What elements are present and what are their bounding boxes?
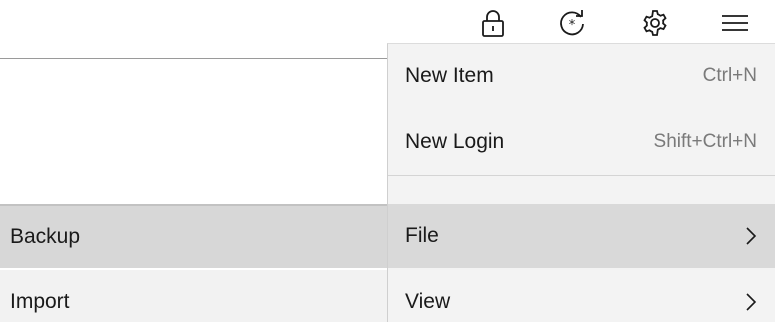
- background-list: Backup Import: [0, 204, 388, 322]
- chevron-right-icon: [745, 292, 757, 312]
- settings-button[interactable]: [640, 8, 670, 38]
- menu-item-label: File: [405, 224, 439, 247]
- toolbar: *: [0, 0, 775, 44]
- gear-icon: [640, 8, 670, 38]
- menu-item-new-login[interactable]: New Login Shift+Ctrl+N: [388, 110, 775, 174]
- menu-separator: [388, 175, 775, 176]
- hamburger-menu-icon: [720, 8, 750, 38]
- main-dropdown-menu: New Item Ctrl+N New Login Shift+Ctrl+N F…: [387, 43, 775, 322]
- menu-item-shortcut: Shift+Ctrl+N: [653, 131, 757, 152]
- chevron-right-icon: [745, 226, 757, 246]
- list-item-label: Backup: [10, 225, 81, 248]
- menu-item-shortcut: Ctrl+N: [702, 65, 757, 86]
- app-window: * Backup Import New Item Ctrl+N New Logi…: [0, 0, 775, 322]
- menu-button[interactable]: [720, 8, 750, 38]
- list-item-backup[interactable]: Backup: [0, 204, 388, 268]
- list-item-label: Import: [10, 290, 70, 313]
- svg-text:*: *: [569, 18, 576, 33]
- menu-item-label: View: [405, 290, 451, 313]
- menu-item-file[interactable]: File: [388, 204, 775, 268]
- content-divider: [0, 58, 388, 59]
- menu-item-label: New Login: [405, 130, 505, 153]
- menu-item-label: New Item: [405, 64, 494, 87]
- lock-button[interactable]: [478, 8, 508, 38]
- menu-item-view[interactable]: View: [388, 270, 775, 322]
- list-item-import[interactable]: Import: [0, 270, 388, 322]
- sync-icon: *: [557, 8, 587, 38]
- sync-button[interactable]: *: [557, 8, 587, 38]
- lock-icon: [480, 8, 506, 38]
- menu-item-new-item[interactable]: New Item Ctrl+N: [388, 44, 775, 108]
